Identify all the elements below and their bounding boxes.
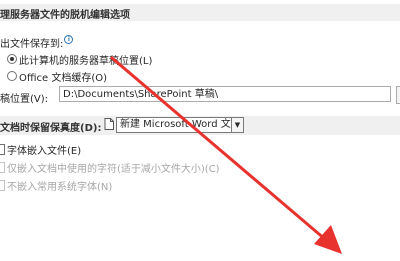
annotation-arrow-icon (110, 56, 342, 254)
